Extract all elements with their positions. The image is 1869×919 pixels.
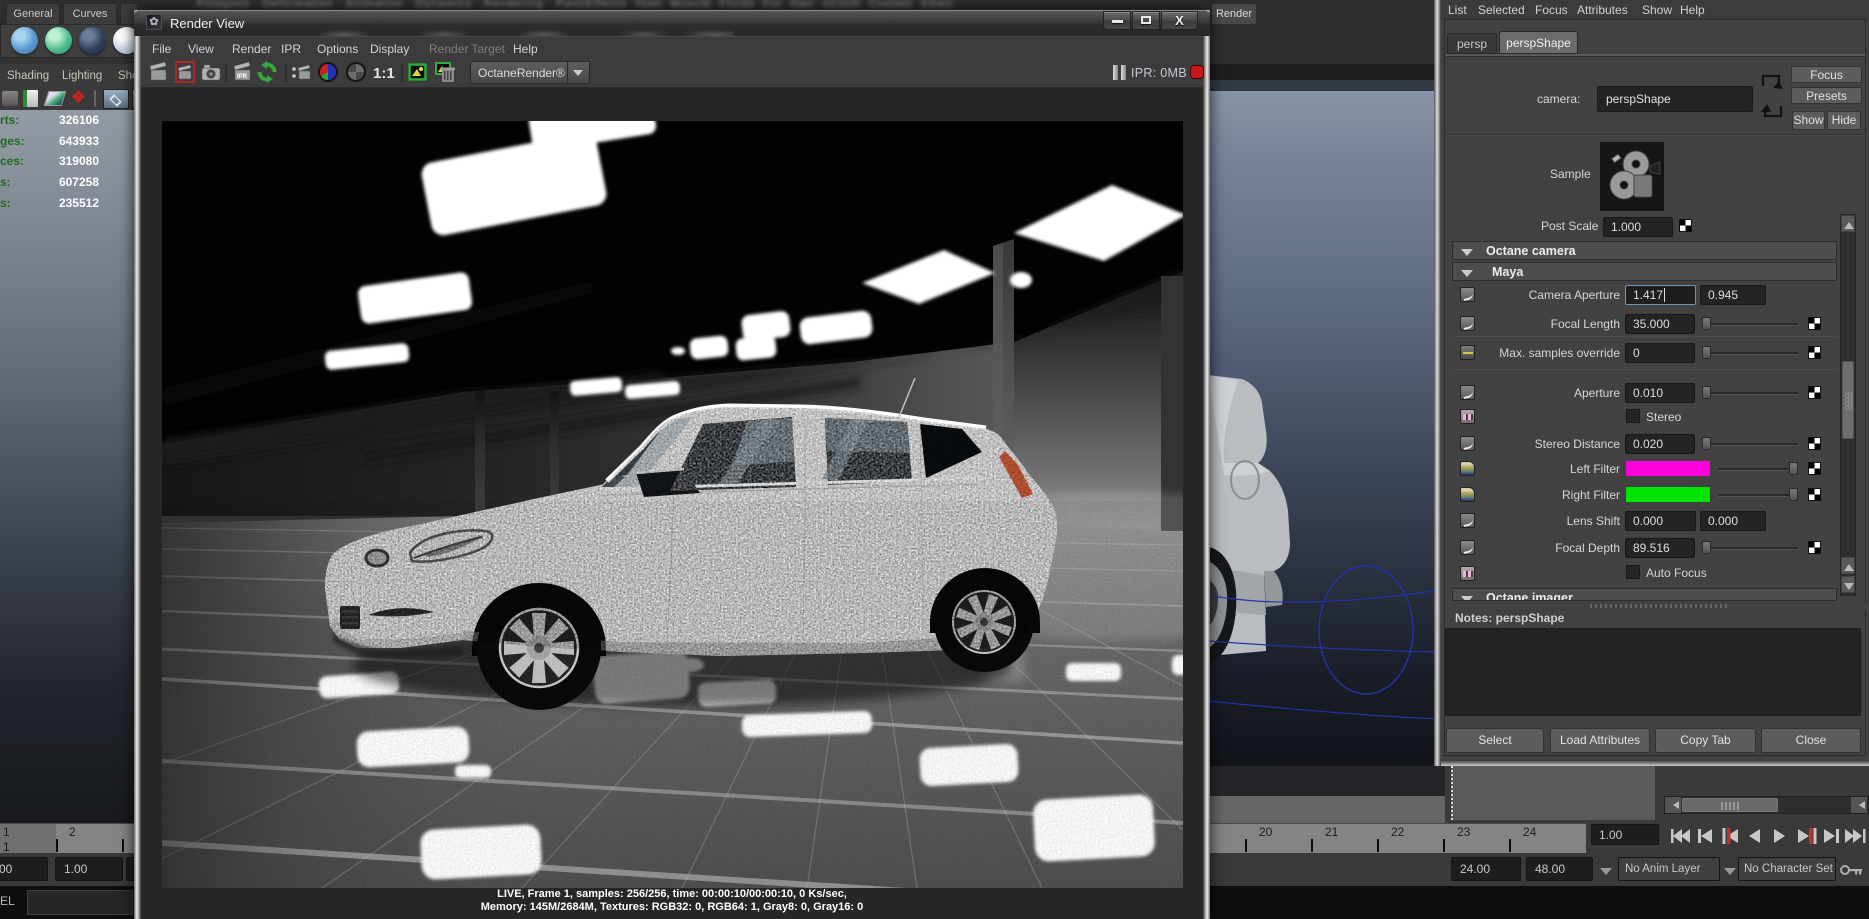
svg-text:IPR: IPR	[237, 74, 248, 80]
svg-text:1:1: 1:1	[373, 65, 395, 82]
